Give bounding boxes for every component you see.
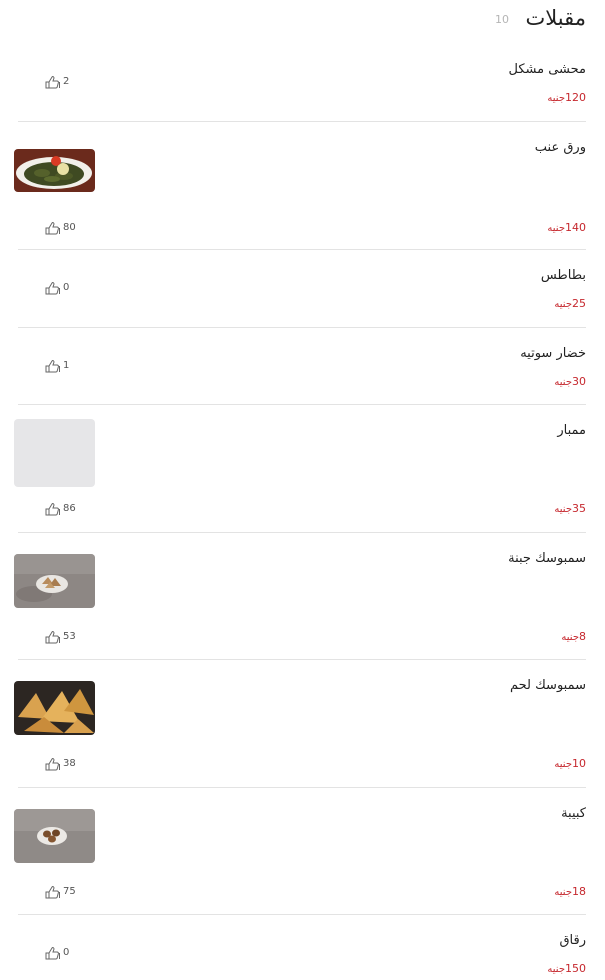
item-price-currency: جنيه <box>547 93 565 104</box>
thumbs-up-icon <box>44 502 62 516</box>
like-count: 2 <box>63 76 70 87</box>
menu-item[interactable]: بطاطس 25جنيه 0 <box>0 250 605 328</box>
menu-item[interactable]: خضار سوتيه 30جنيه 1 <box>0 328 605 405</box>
item-price: 120جنيه <box>547 91 586 106</box>
thumbs-up-icon <box>44 359 62 373</box>
item-price-currency: جنيه <box>554 759 572 770</box>
category-item-count: 10 <box>495 13 509 26</box>
thumbs-up-icon <box>44 281 62 295</box>
item-price: 18جنيه <box>554 885 586 900</box>
item-name: كبيبة <box>561 806 586 821</box>
item-price-amount: 10 <box>572 757 586 770</box>
like-count: 0 <box>63 282 70 293</box>
like-button[interactable]: 1 <box>44 359 69 373</box>
like-count: 75 <box>63 886 76 897</box>
thumbs-up-icon <box>44 885 62 899</box>
like-count: 86 <box>63 503 76 514</box>
item-price-amount: 25 <box>572 297 586 310</box>
thumbs-up-icon <box>44 75 62 89</box>
item-price-amount: 120 <box>565 91 586 104</box>
menu-item[interactable]: سمبوسك جبنة 8جنيه 53 <box>0 533 605 660</box>
item-price: 30جنيه <box>554 375 586 390</box>
item-name: سمبوسك جبنة <box>508 551 586 566</box>
like-count: 38 <box>63 758 76 769</box>
item-name: رقاق <box>559 933 586 948</box>
item-name: ممبار <box>557 423 586 438</box>
item-name: خضار سوتيه <box>520 346 586 361</box>
like-button[interactable]: 80 <box>44 221 76 235</box>
item-price-amount: 140 <box>565 221 586 234</box>
menu-item[interactable]: ورق عنب 140جنيه 80 <box>0 122 605 250</box>
item-price-amount: 8 <box>579 630 586 643</box>
item-price: 10جنيه <box>554 757 586 772</box>
item-price-currency: جنيه <box>554 299 572 310</box>
like-button[interactable]: 38 <box>44 757 76 771</box>
menu-item[interactable]: كبيبة 18جنيه 75 <box>0 788 605 915</box>
menu-item[interactable]: رقاق 150جنيه 0 <box>0 915 605 979</box>
item-name: سمبوسك لحم <box>509 678 586 693</box>
item-image <box>14 149 95 192</box>
item-price-currency: جنيه <box>554 504 572 515</box>
item-price-currency: جنيه <box>547 964 565 975</box>
menu-item-list: محشى مشكل 120جنيه 2 ورق عنب 140جنيه 80 ب… <box>0 40 605 979</box>
like-button[interactable]: 2 <box>44 75 69 89</box>
thumbs-up-icon <box>44 946 62 960</box>
item-price-amount: 35 <box>572 502 586 515</box>
menu-item[interactable]: ممبار 35جنيه 86 <box>0 405 605 533</box>
item-price-currency: جنيه <box>554 377 572 388</box>
item-image-placeholder <box>14 419 95 487</box>
thumbs-up-icon <box>44 630 62 644</box>
item-price-currency: جنيه <box>561 632 579 643</box>
item-name: ورق عنب <box>534 140 586 155</box>
like-button[interactable]: 53 <box>44 630 76 644</box>
menu-item[interactable]: محشى مشكل 120جنيه 2 <box>0 40 605 122</box>
like-count: 80 <box>63 222 76 233</box>
thumbs-up-icon <box>44 757 62 771</box>
item-image <box>14 554 95 608</box>
item-price-currency: جنيه <box>554 887 572 898</box>
item-price: 8جنيه <box>561 630 586 645</box>
item-price-amount: 30 <box>572 375 586 388</box>
item-price-amount: 18 <box>572 885 586 898</box>
like-button[interactable]: 86 <box>44 502 76 516</box>
item-price: 35جنيه <box>554 502 586 517</box>
item-name: بطاطس <box>540 268 586 283</box>
item-name: محشى مشكل <box>508 62 586 77</box>
item-price: 150جنيه <box>547 962 586 977</box>
item-price-currency: جنيه <box>547 223 565 234</box>
thumbs-up-icon <box>44 221 62 235</box>
like-count: 0 <box>63 947 70 958</box>
like-button[interactable]: 0 <box>44 281 69 295</box>
item-price-amount: 150 <box>565 962 586 975</box>
item-image <box>14 681 95 735</box>
item-price: 25جنيه <box>554 297 586 312</box>
like-count: 53 <box>63 631 76 642</box>
category-header: مقبلات 10 <box>0 0 605 40</box>
category-title: مقبلات <box>525 6 586 30</box>
like-button[interactable]: 0 <box>44 946 69 960</box>
item-price: 140جنيه <box>547 221 586 236</box>
item-image <box>14 809 95 863</box>
like-count: 1 <box>63 360 70 371</box>
menu-item[interactable]: سمبوسك لحم 10جنيه 38 <box>0 660 605 788</box>
like-button[interactable]: 75 <box>44 885 76 899</box>
